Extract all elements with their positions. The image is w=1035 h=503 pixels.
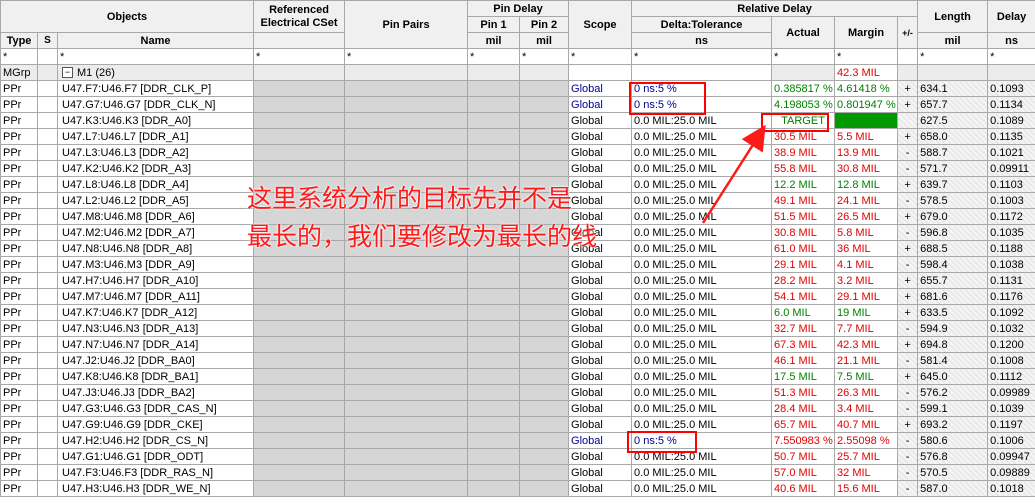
annotation-text-line1: 这里系统分析的目标先并不是 (247, 184, 573, 213)
annotation-text-line2: 最长的，我们要修改为最长的线 (247, 222, 598, 251)
